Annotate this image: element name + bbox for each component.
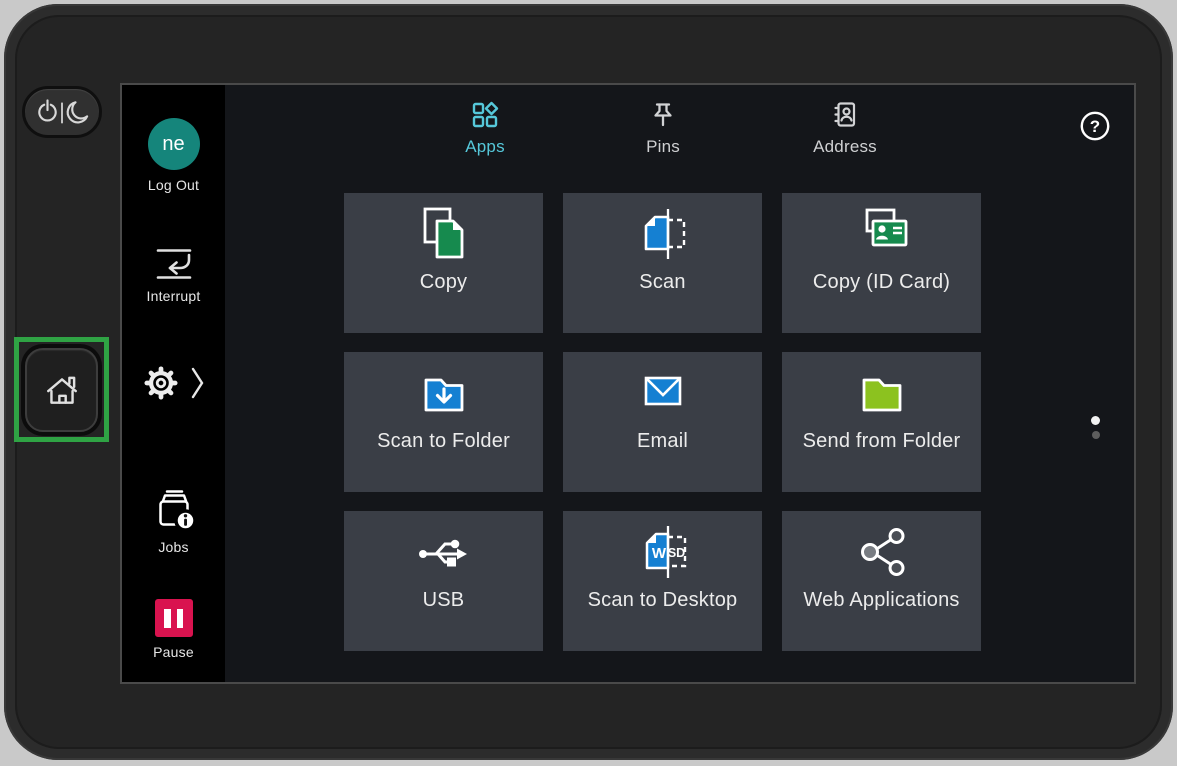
scan-to-folder-icon: [412, 365, 476, 421]
scan-icon: [631, 206, 695, 262]
power-sleep-icon: [33, 97, 91, 127]
tile-copy-id-card[interactable]: Copy (ID Card): [782, 193, 981, 333]
tile-label: Copy: [420, 271, 468, 294]
pushpin-icon: [648, 100, 678, 130]
id-card-icon: [850, 206, 914, 262]
tile-label: Copy (ID Card): [813, 271, 950, 294]
tile-scan[interactable]: Scan: [563, 193, 762, 333]
tile-label: Scan: [639, 271, 685, 294]
tile-scan-to-desktop[interactable]: W SD Scan to Desktop: [563, 511, 762, 651]
logout-label: Log Out: [148, 177, 199, 193]
tab-pins-label: Pins: [646, 137, 680, 157]
page-dot-next[interactable]: [1092, 431, 1100, 439]
sidebar-item-jobs[interactable]: Jobs: [122, 486, 225, 555]
tab-apps[interactable]: Apps: [420, 100, 550, 157]
usb-icon: [412, 524, 476, 580]
tab-pins[interactable]: Pins: [598, 100, 728, 157]
copy-icon: [412, 206, 476, 262]
power-sleep-button[interactable]: [22, 86, 102, 138]
web-applications-icon: [850, 524, 914, 580]
tile-usb[interactable]: USB: [344, 511, 543, 651]
user-avatar[interactable]: ne: [148, 118, 200, 170]
tile-email[interactable]: Email: [563, 352, 762, 492]
sidebar: ne Log Out Interrupt: [122, 85, 225, 682]
gear-icon: [144, 366, 178, 400]
jobs-icon: [151, 486, 197, 532]
jobs-label: Jobs: [158, 539, 188, 555]
sidebar-item-pause[interactable]: Pause: [122, 599, 225, 660]
interrupt-icon: [154, 247, 194, 281]
tab-address[interactable]: Address: [780, 100, 910, 157]
tile-send-from-folder[interactable]: Send from Folder: [782, 352, 981, 492]
tab-address-label: Address: [813, 137, 877, 157]
apps-grid-icon: [470, 100, 500, 130]
pause-icon: [155, 599, 193, 637]
help-button[interactable]: ?: [1079, 110, 1111, 142]
scan-to-desktop-icon: W SD: [631, 524, 695, 580]
tile-label: Email: [637, 430, 688, 453]
send-from-folder-icon: [850, 365, 914, 421]
tile-scan-to-folder[interactable]: Scan to Folder: [344, 352, 543, 492]
wsd-sd-text: SD: [667, 546, 684, 560]
home-button[interactable]: [25, 348, 98, 432]
sidebar-item-interrupt[interactable]: Interrupt: [122, 247, 225, 304]
tile-label: USB: [423, 589, 465, 612]
tile-web-applications[interactable]: Web Applications: [782, 511, 981, 651]
sidebar-item-logout[interactable]: ne Log Out: [122, 118, 225, 193]
address-book-icon: [830, 100, 860, 130]
touchscreen: ne Log Out Interrupt: [120, 83, 1136, 684]
printer-control-panel: ne Log Out Interrupt: [0, 0, 1177, 766]
page-dot-current[interactable]: [1091, 416, 1100, 425]
chevron-right-icon: [191, 367, 204, 399]
wsd-w-text: W: [651, 545, 666, 562]
question-mark-glyph: ?: [1090, 117, 1100, 136]
tab-apps-label: Apps: [465, 137, 505, 157]
tile-label: Scan to Desktop: [588, 589, 738, 612]
tile-label: Send from Folder: [803, 430, 961, 453]
apps-grid: Copy Scan: [344, 193, 981, 651]
interrupt-label: Interrupt: [147, 288, 201, 304]
tile-label: Web Applications: [803, 589, 959, 612]
home-icon: [43, 371, 81, 409]
sidebar-item-settings[interactable]: [122, 366, 225, 400]
tile-label: Scan to Folder: [377, 430, 510, 453]
email-icon: [631, 365, 695, 421]
main-area: Apps Pins: [225, 85, 1134, 682]
pause-label: Pause: [153, 644, 194, 660]
tile-copy[interactable]: Copy: [344, 193, 543, 333]
